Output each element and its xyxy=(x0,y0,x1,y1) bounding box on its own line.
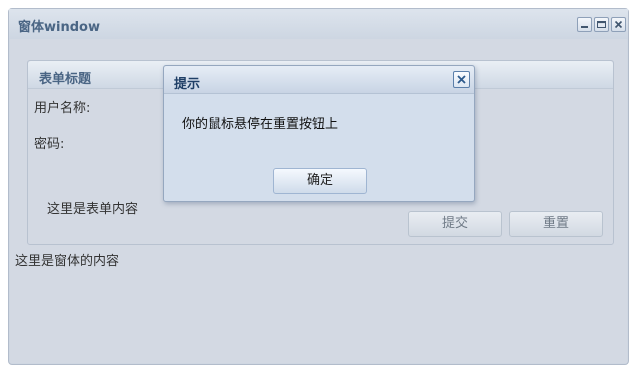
reset-button[interactable]: 重置 xyxy=(509,211,603,237)
username-label: 用户名称: xyxy=(34,101,91,116)
close-icon xyxy=(614,20,623,29)
minimize-button[interactable] xyxy=(577,17,592,32)
minimize-icon xyxy=(581,26,588,28)
password-label: 密码: xyxy=(34,137,65,152)
submit-button[interactable]: 提交 xyxy=(408,211,502,237)
dialog-title: 提示 xyxy=(174,77,201,92)
close-button[interactable] xyxy=(611,17,626,32)
maximize-icon xyxy=(597,21,606,28)
window-header: 窗体window xyxy=(9,9,628,39)
close-icon xyxy=(457,75,466,84)
window-tools xyxy=(577,17,626,32)
message-dialog: 提示 你的鼠标悬停在重置按钮上 确定 xyxy=(163,65,475,202)
ok-button[interactable]: 确定 xyxy=(273,168,367,194)
form-title: 表单标题 xyxy=(39,72,92,87)
form-content-text: 这里是表单内容 xyxy=(47,202,139,217)
dialog-header: 提示 xyxy=(164,66,474,94)
dialog-close-button[interactable] xyxy=(453,71,470,88)
window-title: 窗体window xyxy=(18,20,100,35)
dialog-message: 你的鼠标悬停在重置按钮上 xyxy=(182,117,339,132)
maximize-button[interactable] xyxy=(594,17,609,32)
window-content-text: 这里是窗体的内容 xyxy=(15,254,120,269)
